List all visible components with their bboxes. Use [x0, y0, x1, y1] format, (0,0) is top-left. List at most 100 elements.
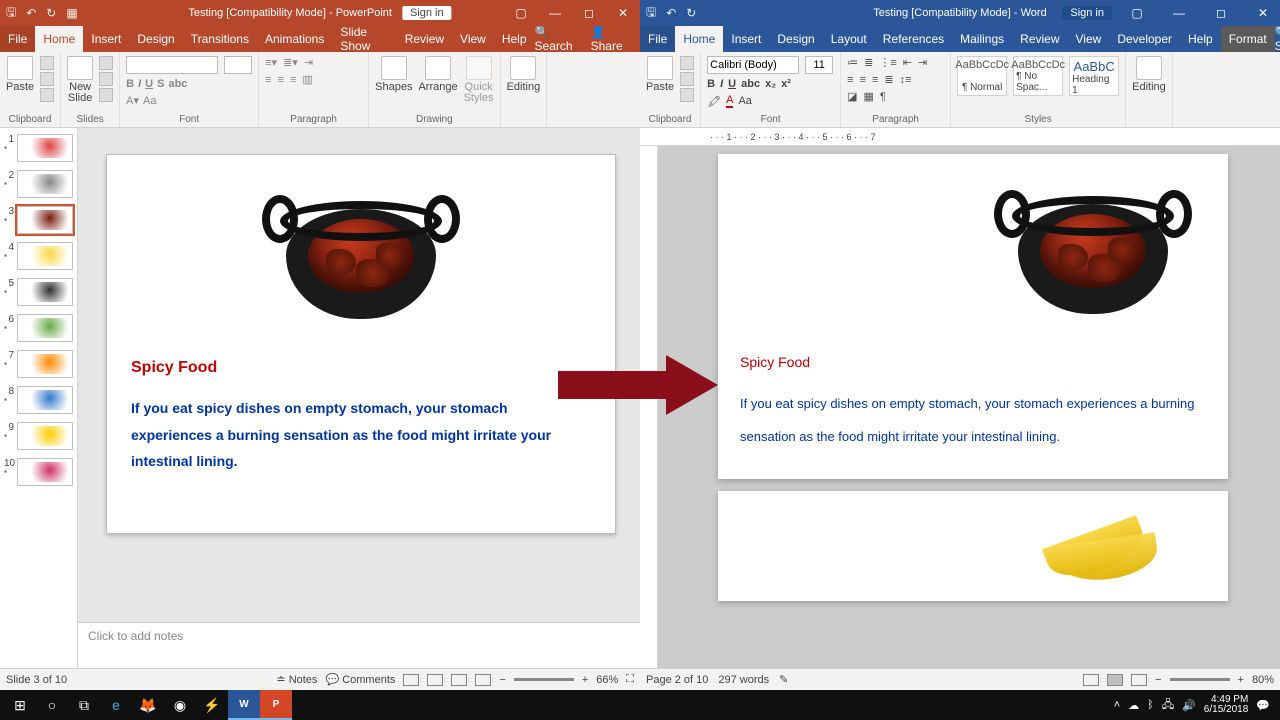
justify-icon[interactable]: ≣	[884, 73, 893, 86]
editing-button[interactable]: Editing	[507, 56, 541, 93]
start-button[interactable]: ⊞	[4, 690, 36, 720]
align-center-icon[interactable]: ≡	[860, 74, 866, 86]
outdent-icon[interactable]: ⇤	[903, 56, 912, 69]
page[interactable]: Spicy Food If you eat spicy dishes on em…	[718, 154, 1228, 479]
pp-search[interactable]: 🔍 Search	[535, 25, 579, 53]
undo-icon[interactable]: ↶	[26, 6, 36, 20]
doc-heading[interactable]: Spicy Food	[740, 354, 1206, 370]
banana-image[interactable]	[1036, 501, 1166, 591]
line-spacing-icon[interactable]: ↕≡	[900, 74, 912, 86]
editing-button[interactable]: Editing	[1132, 56, 1166, 93]
minimize-icon[interactable]: —	[1162, 0, 1196, 26]
font-size-field[interactable]	[805, 56, 833, 74]
indent-icon[interactable]: ⇥	[304, 56, 313, 69]
slide-body-text[interactable]: If you eat spicy dishes on empty stomach…	[131, 395, 591, 475]
align-right-icon[interactable]: ≡	[290, 74, 296, 86]
numbering-icon[interactable]: ≣▾	[283, 56, 298, 69]
save-icon[interactable]: 🖫	[646, 3, 656, 24]
slide-thumbnail-panel[interactable]: 1*2*3*4*5*6*7*8*9*10*	[0, 128, 78, 668]
numbering-icon[interactable]: ≣	[864, 56, 873, 69]
copy-icon[interactable]	[680, 72, 694, 86]
columns-icon[interactable]: ▥	[302, 73, 312, 86]
tab-home[interactable]: Home	[675, 26, 723, 52]
format-painter-icon[interactable]	[680, 88, 694, 102]
multilevel-icon[interactable]: ⋮≡	[879, 56, 896, 69]
word-task-icon[interactable]: W	[228, 690, 260, 720]
tab-help[interactable]: Help	[1180, 26, 1221, 52]
zoom-level[interactable]: 80%	[1252, 674, 1274, 686]
slide-thumbnail-1[interactable]: 1*	[4, 134, 73, 162]
network-icon[interactable]: 🖧	[1162, 696, 1174, 715]
slide-thumbnail-4[interactable]: 4*	[4, 242, 73, 270]
print-layout-icon[interactable]	[1107, 674, 1123, 686]
align-left-icon[interactable]: ≡	[847, 74, 853, 86]
format-painter-icon[interactable]	[40, 88, 54, 102]
spell-check-icon[interactable]: ✎	[779, 673, 788, 686]
tab-help[interactable]: Help	[494, 26, 535, 52]
tab-file[interactable]: File	[0, 26, 35, 52]
slide-thumbnail-10[interactable]: 10*	[4, 458, 73, 486]
font-size-field[interactable]	[224, 56, 252, 74]
shading-icon[interactable]: ◪	[847, 90, 857, 103]
save-icon[interactable]: 🖫	[6, 3, 16, 24]
ribbon-options-icon[interactable]: ▢	[1120, 0, 1154, 26]
tray-chevron-icon[interactable]: ˄	[1114, 699, 1120, 711]
zoom-in-button[interactable]: +	[1238, 674, 1244, 686]
slide-thumbnail-3[interactable]: 3*	[4, 206, 73, 234]
tab-references[interactable]: References	[875, 26, 952, 52]
redo-icon[interactable]: ↻	[686, 6, 696, 20]
zoom-in-button[interactable]: +	[582, 674, 588, 686]
notes-button[interactable]: ≐ Notes	[276, 673, 317, 686]
cortana-icon[interactable]: ○	[36, 690, 68, 720]
curry-pot-image[interactable]	[998, 168, 1188, 338]
bullets-icon[interactable]: ≔	[847, 56, 858, 69]
tab-review[interactable]: Review	[397, 26, 452, 52]
task-view-icon[interactable]: ⧉	[68, 690, 100, 720]
italic-button[interactable]: I	[720, 78, 723, 90]
style-heading1[interactable]: AaBbCHeading 1	[1069, 56, 1119, 96]
new-slide-button[interactable]: New Slide	[67, 56, 93, 104]
close-icon[interactable]: ✕	[1246, 0, 1280, 26]
tab-review[interactable]: Review	[1012, 26, 1067, 52]
font-color-icon[interactable]: A▾	[126, 94, 139, 107]
notes-pane[interactable]: Click to add notes	[78, 622, 640, 668]
subscript-button[interactable]: x₂	[765, 78, 776, 90]
read-mode-icon[interactable]	[1083, 674, 1099, 686]
undo-icon[interactable]: ↶	[666, 6, 676, 20]
normal-view-icon[interactable]	[403, 674, 419, 686]
word-count[interactable]: 297 words	[718, 674, 769, 686]
layout-icon[interactable]	[99, 56, 113, 70]
minimize-icon[interactable]: —	[538, 0, 572, 26]
tab-insert[interactable]: Insert	[83, 26, 129, 52]
page[interactable]	[718, 491, 1228, 601]
arrange-button[interactable]: Arrange	[418, 56, 457, 93]
tab-slideshow[interactable]: Slide Show	[332, 26, 396, 52]
style-normal[interactable]: AaBbCcDc¶ Normal	[957, 56, 1007, 96]
system-clock[interactable]: 4:49 PM6/15/2018	[1204, 695, 1249, 716]
slide-thumbnail-9[interactable]: 9*	[4, 422, 73, 450]
align-left-icon[interactable]: ≡	[265, 74, 271, 86]
slideshow-view-icon[interactable]	[475, 674, 491, 686]
volume-icon[interactable]: 🔊	[1182, 699, 1196, 712]
underline-button[interactable]: U	[145, 78, 153, 90]
zoom-level[interactable]: 66%	[596, 674, 618, 686]
paste-button[interactable]: Paste	[6, 56, 34, 93]
doc-body-text[interactable]: If you eat spicy dishes on empty stomach…	[740, 388, 1206, 453]
close-icon[interactable]: ✕	[606, 0, 640, 26]
reading-view-icon[interactable]	[451, 674, 467, 686]
section-icon[interactable]	[99, 88, 113, 102]
zoom-out-button[interactable]: −	[499, 674, 505, 686]
comments-button[interactable]: 💬 Comments	[325, 673, 395, 686]
slide-canvas[interactable]: Spicy Food If you eat spicy dishes on em…	[106, 154, 616, 534]
character-spacing-icon[interactable]: Aa	[143, 95, 156, 107]
app-icon[interactable]: ⚡	[196, 690, 228, 720]
strike-button[interactable]: abc	[168, 78, 187, 90]
onedrive-icon[interactable]: ☁	[1128, 699, 1139, 712]
bullets-icon[interactable]: ≡▾	[265, 56, 277, 69]
maximize-icon[interactable]: ◻	[572, 0, 606, 26]
sorter-view-icon[interactable]	[427, 674, 443, 686]
font-color-icon[interactable]: A	[726, 94, 733, 108]
maximize-icon[interactable]: ◻	[1204, 0, 1238, 26]
style-nospacing[interactable]: AaBbCcDc¶ No Spac...	[1013, 56, 1063, 96]
chrome-icon[interactable]: ◉	[164, 690, 196, 720]
